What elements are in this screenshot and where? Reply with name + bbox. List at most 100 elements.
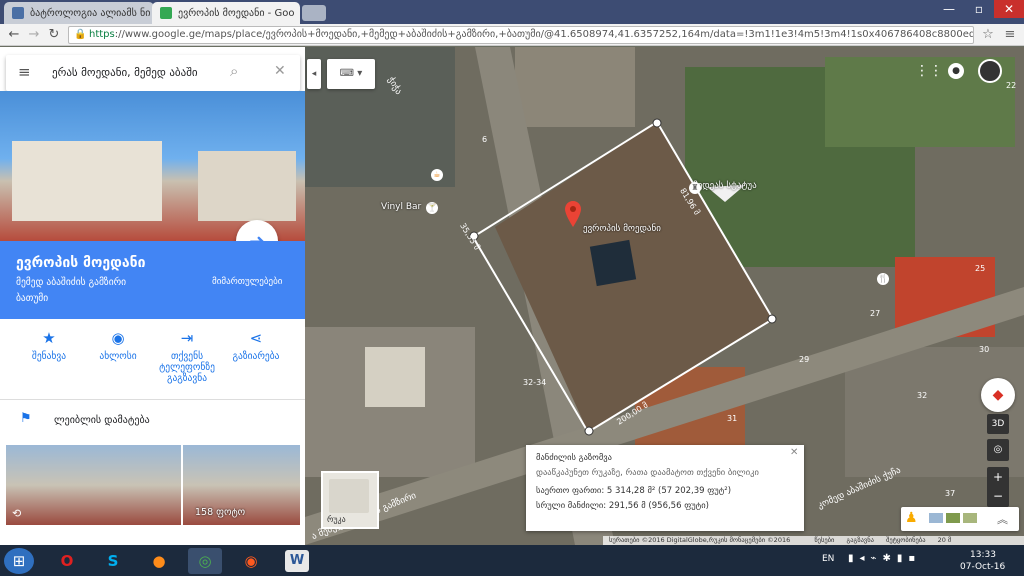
map-monument-label[interactable]: მედეას სტატუა [693, 181, 757, 191]
skype-icon[interactable]: S [96, 548, 130, 574]
new-tab-button[interactable] [302, 5, 326, 21]
tray-icons[interactable]: ▮◂⌁✱▮▪ [848, 553, 921, 564]
address-toolbar: ← → ↻ 🔒 https://www.google.ge/maps/place… [0, 24, 1024, 46]
add-label-link[interactable]: ლეიბლის დამატება [54, 415, 150, 426]
url-bar[interactable]: 🔒 https://www.google.ge/maps/place/ევროპ… [68, 26, 974, 44]
send-to-phone-action[interactable]: ⇥ თქვენს ტელეფონზე გაგზავნა [152, 329, 222, 384]
tab-title: ბატროლოგია ალიამს ნი [30, 7, 151, 19]
tab-title: ევროპის მოედანი - Goo [178, 7, 295, 19]
directions-label[interactable]: მიმართულებები [212, 277, 282, 287]
keyboard-input-button[interactable]: ⌨ ▾ [327, 59, 375, 89]
search-box: ≡ ერას მოედანი, მემედ აბაში ⌕ ✕ [6, 55, 300, 91]
url-scheme: https [89, 29, 115, 40]
photo-360-thumb[interactable]: ⟲ [6, 445, 181, 525]
forward-arrow-icon[interactable]: → [26, 27, 42, 43]
notifications-icon[interactable]: ● [948, 63, 964, 79]
tab-1[interactable]: ბატროლოგია ალიამს ნი ✕ [4, 2, 154, 24]
house-number: 25 [975, 264, 986, 273]
panorama-360-icon: ⟲ [12, 507, 22, 520]
send-link[interactable]: გაგზავნა [846, 536, 873, 544]
close-icon[interactable]: ✕ [790, 447, 798, 458]
layer-switcher[interactable]: რუკა [321, 471, 379, 529]
reload-icon[interactable]: ↻ [46, 27, 62, 43]
tilt-3d-button[interactable]: 3D [987, 414, 1009, 434]
page-favicon-icon [12, 7, 24, 19]
my-location-icon[interactable]: ◎ [987, 439, 1009, 461]
clock-date[interactable]: 07-Oct-16 [960, 562, 1005, 572]
back-arrow-icon[interactable]: ← [6, 27, 22, 43]
chrome-menu-icon[interactable]: ≡ [1002, 27, 1018, 43]
bar-poi-icon[interactable]: 🍸 [426, 202, 438, 214]
divider [0, 399, 305, 400]
measure-title: მანძილის გაზომვა [536, 453, 612, 463]
measure-hint: დააწკაპუნეთ რუკაზე, რათა დაამატოთ თქვენი… [536, 468, 759, 478]
zoom-out-button[interactable]: − [987, 487, 1009, 507]
place-panel: ≡ ერას მოედანი, მემედ აბაში ⌕ ✕ ➜ ევროპი… [0, 47, 305, 545]
menu-icon[interactable]: ≡ [18, 63, 31, 81]
house-number: 29 [799, 355, 810, 364]
pegman-icon[interactable]: ♟ [905, 510, 918, 526]
clear-search-icon[interactable]: ✕ [274, 63, 286, 79]
minimize-icon[interactable]: — [934, 0, 964, 18]
map-place-label: ევროპის მოედანი [583, 224, 661, 234]
close-tab-icon[interactable]: ✕ [294, 8, 300, 19]
measure-area: საერთო ფართი: 5 314,28 მ² (57 202,39 ფუტ… [536, 486, 732, 496]
measure-distance: სრული მანძილი: 291,56 მ (956,56 ფუტი) [536, 501, 709, 511]
start-button[interactable]: ⊞ [4, 548, 34, 574]
map-footer: სურათები ©2016 DigitalGlobe,რუკის მონაცე… [603, 536, 1024, 545]
apps-grid-icon[interactable]: ⋮⋮ [915, 63, 943, 79]
avatar[interactable] [978, 59, 1002, 83]
cafe-poi-icon[interactable]: ☕ [431, 169, 443, 181]
building-shape [12, 141, 162, 221]
expand-up-icon[interactable]: ︽ [997, 511, 1008, 527]
street-view-strip: ♟ ︽ [901, 507, 1019, 531]
place-header: ევროპის მოედანი მემედ აბაშიძის გამზირი ბ… [0, 241, 305, 319]
opera-icon[interactable]: O [50, 548, 84, 574]
save-action[interactable]: ★ შენახვა [14, 329, 84, 362]
terms-link[interactable]: წესები [814, 536, 834, 544]
place-hero-photo[interactable] [0, 91, 305, 241]
place-address-1: მემედ აბაშიძის გამზირი [16, 277, 127, 288]
restaurant-poi-icon[interactable]: 🍴 [877, 273, 889, 285]
star-icon: ★ [42, 329, 56, 347]
browser-icon[interactable]: ◉ [234, 548, 268, 574]
place-address-2: ბათუმი [16, 293, 49, 304]
firefox-icon[interactable]: ● [142, 548, 176, 574]
scale-label: 20 მ [937, 536, 952, 544]
search-input[interactable]: ერას მოედანი, მემედ აბაში [52, 66, 222, 79]
tab-2-active[interactable]: ევროპის მოედანი - Goo ✕ [152, 2, 300, 24]
action-label: თქვენს ტელეფონზე გაგზავნა [159, 351, 215, 384]
monument-poi-icon[interactable]: ♜ [689, 182, 701, 194]
attribution: სურათები ©2016 DigitalGlobe,რუკის მონაცე… [609, 536, 791, 544]
nearby-action[interactable]: ◉ ახლოსი [83, 329, 153, 362]
chrome-icon[interactable]: ◎ [188, 548, 222, 574]
bookmark-star-icon[interactable]: ☆ [980, 27, 996, 43]
place-pin-icon[interactable] [565, 201, 581, 227]
imagery-thumb[interactable] [946, 513, 960, 523]
word-icon[interactable]: W [285, 550, 309, 572]
imagery-thumb[interactable] [963, 513, 977, 523]
measure-distance-card: მანძილის გაზომვა დააწკაპუნეთ რუკაზე, რათ… [526, 445, 804, 531]
maps-favicon-icon [160, 7, 172, 19]
building-shape [198, 151, 296, 221]
language-indicator[interactable]: EN [822, 554, 834, 564]
report-link[interactable]: შეტყობინება [886, 536, 925, 544]
zoom-in-button[interactable]: + [987, 467, 1009, 487]
house-number: 27 [870, 309, 881, 318]
search-icon[interactable]: ⌕ [230, 62, 238, 80]
photos-thumb[interactable]: 158 ფოტო [183, 445, 300, 525]
clock-time[interactable]: 13:33 [970, 550, 996, 560]
browser-tab-bar: ბატროლოგია ალიამს ნი ✕ ევროპის მოედანი -… [0, 0, 1024, 24]
maximize-icon[interactable]: ▫ [964, 0, 994, 18]
collapse-panel-button[interactable]: ◂ [307, 59, 321, 89]
imagery-thumb[interactable] [929, 513, 943, 523]
map-bar-label[interactable]: Vinyl Bar [381, 202, 421, 212]
share-action[interactable]: ⋖ გაზიარება [221, 329, 291, 362]
flag-icon: ⚑ [20, 411, 32, 426]
lock-icon: 🔒 [74, 29, 87, 40]
close-window-icon[interactable]: ✕ [994, 0, 1024, 18]
action-label: გაზიარება [232, 351, 280, 362]
compass-icon[interactable]: ◆ [981, 378, 1015, 412]
phone-send-icon: ⇥ [180, 329, 194, 347]
pin-icon: ◉ [111, 329, 125, 347]
